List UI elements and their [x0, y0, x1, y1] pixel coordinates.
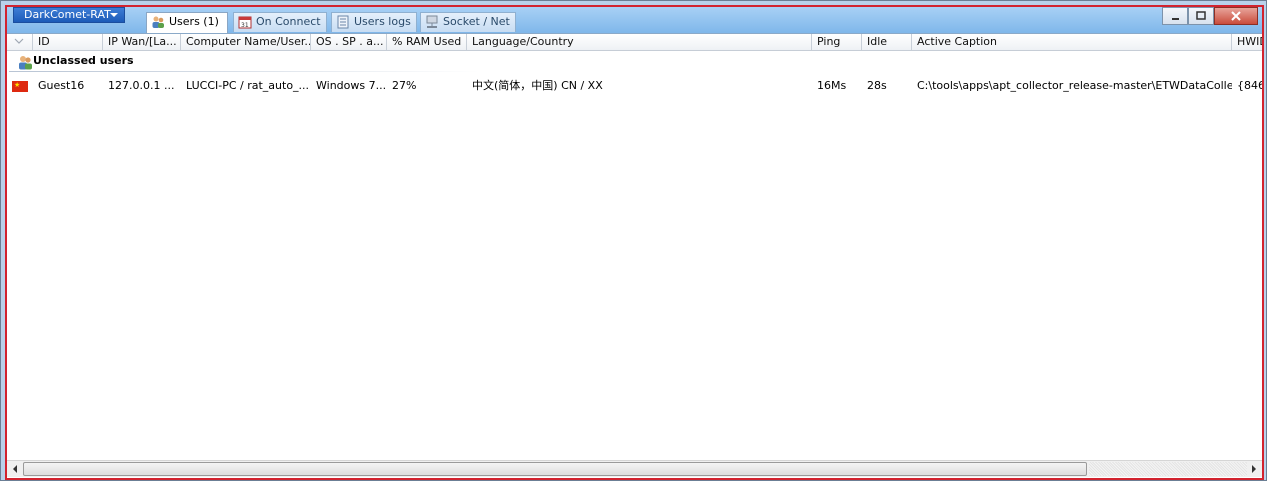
group-header[interactable]: Unclassed users — [7, 51, 1262, 73]
chevron-down-icon — [14, 38, 24, 44]
cell-ram: 27% — [392, 79, 417, 92]
horizontal-scrollbar[interactable] — [7, 460, 1262, 477]
china-flag-icon: ★ — [12, 81, 28, 92]
svg-text:31: 31 — [241, 22, 249, 29]
minimize-icon — [1172, 18, 1179, 20]
cell-id: Guest16 — [38, 79, 85, 92]
tab-socket-net-label: Socket / Net — [443, 15, 510, 28]
cell-os: Windows 7... — [316, 79, 387, 92]
scroll-track[interactable] — [1089, 462, 1247, 476]
column-os[interactable]: OS . SP . a... — [311, 34, 387, 50]
chevron-down-icon — [110, 13, 118, 17]
column-header: ID IP Wan/[La... Computer Name/User... O… — [7, 34, 1262, 51]
window-controls — [1162, 7, 1262, 25]
arrow-left-icon — [13, 465, 17, 473]
maximize-button[interactable] — [1188, 7, 1214, 25]
scroll-right-button[interactable] — [1246, 461, 1262, 477]
cell-language: 中文(简体，中国) CN / XX — [472, 79, 603, 92]
tab-socket-net[interactable]: Socket / Net — [420, 12, 516, 32]
tab-users-logs-label: Users logs — [354, 15, 411, 28]
minimize-button[interactable] — [1162, 7, 1188, 25]
tab-on-connect[interactable]: 31 On Connect — [233, 12, 327, 32]
users-icon — [19, 56, 32, 70]
table-row[interactable]: ★ Guest16 127.0.0.1 ... LUCCI-PC / rat_a… — [7, 78, 1262, 94]
network-icon — [426, 15, 438, 28]
column-idle[interactable]: Idle — [862, 34, 912, 50]
tab-users[interactable]: Users (1) — [146, 12, 228, 33]
cell-idle: 28s — [867, 79, 887, 92]
app-window: DarkComet-RAT Users (1) 31 On Connect Us… — [0, 0, 1267, 481]
tab-users-logs[interactable]: Users logs — [331, 12, 417, 32]
cell-active-caption: C:\tools\apps\apt_collector_release-mast… — [917, 79, 1232, 92]
log-icon — [337, 15, 349, 29]
maximize-icon — [1196, 11, 1206, 20]
cell-ip: 127.0.0.1 ... — [108, 79, 175, 92]
tab-on-connect-label: On Connect — [256, 15, 321, 28]
users-icon — [152, 16, 164, 28]
column-ram[interactable]: % RAM Used — [387, 34, 467, 50]
arrow-right-icon — [1252, 465, 1256, 473]
cell-hwid: {846e — [1237, 79, 1262, 92]
column-ping[interactable]: Ping — [812, 34, 862, 50]
column-ip[interactable]: IP Wan/[La... — [103, 34, 181, 50]
column-id[interactable]: ID — [33, 34, 103, 50]
scroll-left-button[interactable] — [7, 461, 23, 477]
tab-users-label: Users (1) — [169, 15, 219, 28]
column-active-caption[interactable]: Active Caption — [912, 34, 1232, 50]
cell-computer: LUCCI-PC / rat_auto_... — [186, 79, 310, 92]
close-button[interactable] — [1214, 7, 1258, 25]
tab-bar: DarkComet-RAT Users (1) 31 On Connect Us… — [7, 7, 1262, 34]
client-area: DarkComet-RAT Users (1) 31 On Connect Us… — [5, 5, 1264, 480]
group-divider — [9, 71, 479, 72]
calendar-icon: 31 — [238, 16, 252, 29]
cell-ping: 16Ms — [817, 79, 847, 92]
close-icon — [1231, 11, 1241, 21]
group-label: Unclassed users — [33, 54, 134, 67]
app-menu-button[interactable]: DarkComet-RAT — [13, 7, 125, 23]
column-language[interactable]: Language/Country — [467, 34, 812, 50]
column-computer[interactable]: Computer Name/User... — [181, 34, 311, 50]
app-menu-label: DarkComet-RAT — [24, 8, 111, 21]
scroll-thumb[interactable] — [23, 462, 1087, 476]
sort-column[interactable] — [7, 34, 33, 50]
column-hwid[interactable]: HWID — [1232, 34, 1262, 50]
